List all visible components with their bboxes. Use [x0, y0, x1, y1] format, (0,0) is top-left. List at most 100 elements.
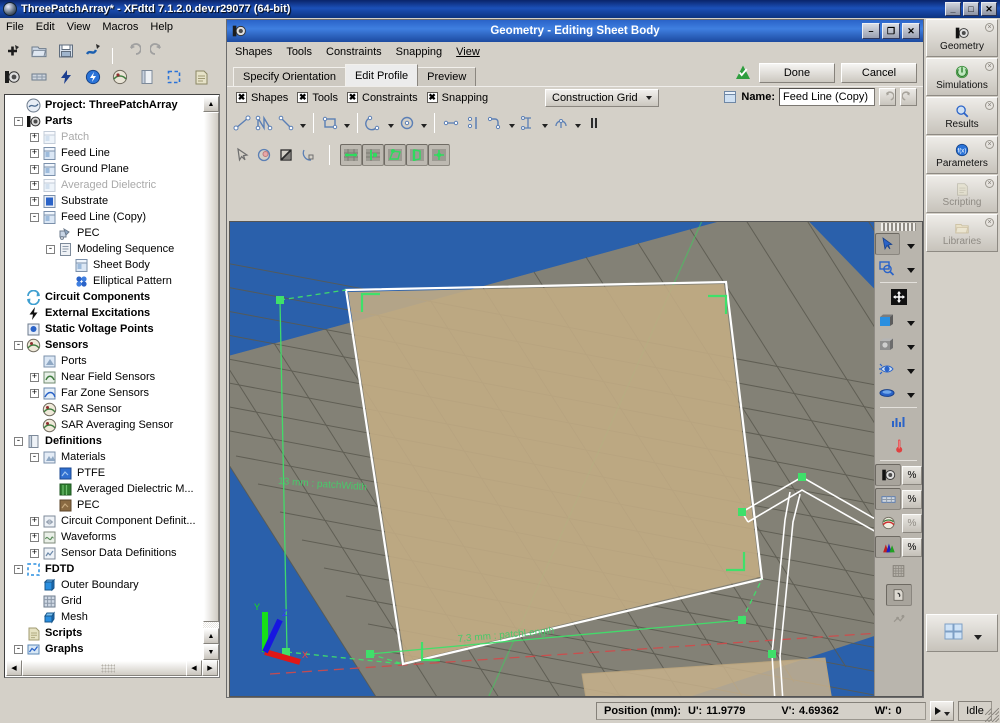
redo-name-button[interactable]: [900, 88, 917, 106]
mesh-toggle-icon[interactable]: [886, 560, 912, 582]
arc-snap-icon[interactable]: [297, 144, 319, 166]
expand-icon[interactable]: +: [29, 388, 40, 399]
collapse-icon[interactable]: -: [13, 564, 24, 575]
toolbar-drag-handle[interactable]: [881, 223, 916, 231]
tree-item[interactable]: Outer Boundary: [7, 577, 203, 593]
view-lighting-caret-icon[interactable]: [901, 359, 922, 379]
circle-dropdown-caret-icon[interactable]: [418, 112, 429, 134]
undo-name-button[interactable]: [879, 88, 896, 106]
sidebar-close-parameters-icon[interactable]: ×: [985, 140, 994, 149]
sidebar-item-results[interactable]: × Results: [926, 97, 998, 135]
hscroll-left-button[interactable]: ◀: [6, 660, 22, 676]
run-icon[interactable]: [82, 40, 104, 62]
collapse-icon[interactable]: -: [13, 340, 24, 351]
sensor-icon[interactable]: [109, 66, 131, 88]
sidebar-close-geometry-icon[interactable]: ×: [985, 23, 994, 32]
sidebar-item-geometry[interactable]: × Geometry: [926, 19, 998, 57]
geometry-percent-button[interactable]: %: [902, 466, 922, 485]
spectrum-toggle-icon[interactable]: [875, 536, 901, 558]
perpendicular-icon[interactable]: [462, 112, 484, 134]
rectangle-icon[interactable]: [319, 112, 341, 134]
sidebar-close-results-icon[interactable]: ×: [985, 101, 994, 110]
tab-preview[interactable]: Preview: [417, 67, 476, 86]
scroll-thumb[interactable]: [203, 112, 219, 622]
play-icon[interactable]: [930, 701, 954, 721]
checkbox-snapping-box[interactable]: ✖: [427, 92, 438, 103]
collapse-icon[interactable]: -: [29, 452, 40, 463]
tree-item[interactable]: +Far Zone Sensors: [7, 385, 203, 401]
tree-item[interactable]: -Modeling Sequence: [7, 241, 203, 257]
sidebar-close-scripting-icon[interactable]: ×: [985, 179, 994, 188]
grid-snap-icon[interactable]: [340, 144, 362, 166]
expand-icon[interactable]: +: [29, 516, 40, 527]
expand-icon[interactable]: +: [29, 164, 40, 175]
tab-edit-profile[interactable]: Edit Profile: [345, 64, 418, 86]
scroll-page-up-button[interactable]: ▲: [203, 628, 219, 644]
select-arrow-icon[interactable]: [875, 233, 900, 255]
tree-item[interactable]: -FDTD: [7, 561, 203, 577]
lock-icon[interactable]: [583, 112, 605, 134]
checkbox-tools-box[interactable]: ✖: [297, 92, 308, 103]
view-shaded-caret-icon[interactable]: [901, 335, 922, 355]
tree-item[interactable]: -Feed Line (Copy): [7, 209, 203, 225]
collapse-icon[interactable]: -: [13, 116, 24, 127]
line-segment-icon[interactable]: [275, 112, 297, 134]
view-clip-icon[interactable]: [875, 382, 900, 404]
grid-toggle-icon[interactable]: [875, 488, 901, 510]
tree-item[interactable]: +Waveforms: [7, 529, 203, 545]
tree-item[interactable]: PTFE: [7, 465, 203, 481]
checkbox-shapes-box[interactable]: ✖: [236, 92, 247, 103]
rectangle-dropdown-caret-icon[interactable]: [341, 112, 352, 134]
tree-item[interactable]: Project: ThreePatchArray: [7, 97, 203, 113]
menu-help[interactable]: Help: [150, 21, 173, 33]
arc-icon[interactable]: [363, 112, 385, 134]
geometry-icon[interactable]: [1, 66, 23, 88]
tree-item[interactable]: SAR Sensor: [7, 401, 203, 417]
checkbox-shapes[interactable]: ✖ Shapes: [236, 92, 288, 104]
geometry-restore-button[interactable]: ❐: [882, 23, 900, 39]
view-shaded-icon[interactable]: [875, 334, 900, 356]
select-dropdown-caret-icon[interactable]: [901, 234, 922, 254]
scroll-track[interactable]: [203, 112, 219, 628]
zoom-dropdown-caret-icon[interactable]: [901, 258, 922, 278]
excitation-icon[interactable]: [55, 66, 77, 88]
checkbox-snapping[interactable]: ✖ Snapping: [427, 92, 489, 104]
dimension-icon[interactable]: [517, 112, 539, 134]
circle-icon[interactable]: [396, 112, 418, 134]
geometry-close-button[interactable]: ✕: [902, 23, 920, 39]
view-solid-caret-icon[interactable]: [901, 311, 922, 331]
line-icon[interactable]: [231, 112, 253, 134]
grid-icon[interactable]: [28, 66, 50, 88]
sidebar-item-scripting[interactable]: × Scripting: [926, 175, 998, 213]
expand-icon[interactable]: +: [29, 196, 40, 207]
name-input[interactable]: Feed Line (Copy): [779, 88, 875, 106]
spectrum-percent-button[interactable]: %: [902, 538, 922, 557]
checkbox-constraints-box[interactable]: ✖: [347, 92, 358, 103]
tree-item[interactable]: Ports: [7, 353, 203, 369]
collapse-icon[interactable]: -: [45, 244, 56, 255]
save-icon[interactable]: [55, 40, 77, 62]
expand-icon[interactable]: +: [29, 180, 40, 191]
viewport-scene[interactable]: 13 mm : patchWidth 7.3 mm : patchLength …: [230, 222, 922, 696]
tree-item[interactable]: -Definitions: [7, 433, 203, 449]
center-snap-icon[interactable]: [428, 144, 450, 166]
hscroll-thumb[interactable]: [22, 660, 194, 676]
fdtd-icon[interactable]: [163, 66, 185, 88]
sidebar-item-parameters[interactable]: × f(x) Parameters: [926, 136, 998, 174]
tree-item[interactable]: Sheet Body: [7, 257, 203, 273]
tree-item[interactable]: Scripts: [7, 625, 203, 641]
tree-item[interactable]: PEC: [7, 497, 203, 513]
tree-item[interactable]: +Circuit Component Definit...: [7, 513, 203, 529]
done-button[interactable]: Done: [759, 63, 835, 83]
expand-icon[interactable]: +: [29, 372, 40, 383]
tree-item[interactable]: PEC: [7, 225, 203, 241]
thermometer-icon[interactable]: [886, 435, 912, 457]
tree-item[interactable]: -Graphs: [7, 641, 203, 657]
tab-specify-orientation[interactable]: Specify Orientation: [233, 67, 346, 86]
undo-icon[interactable]: [121, 40, 143, 62]
new-icon[interactable]: [1, 40, 23, 62]
tree-item[interactable]: Mesh: [7, 609, 203, 625]
collapse-icon[interactable]: -: [13, 644, 24, 655]
geo-menu-tools[interactable]: Tools: [286, 46, 312, 58]
expand-icon[interactable]: +: [29, 532, 40, 543]
